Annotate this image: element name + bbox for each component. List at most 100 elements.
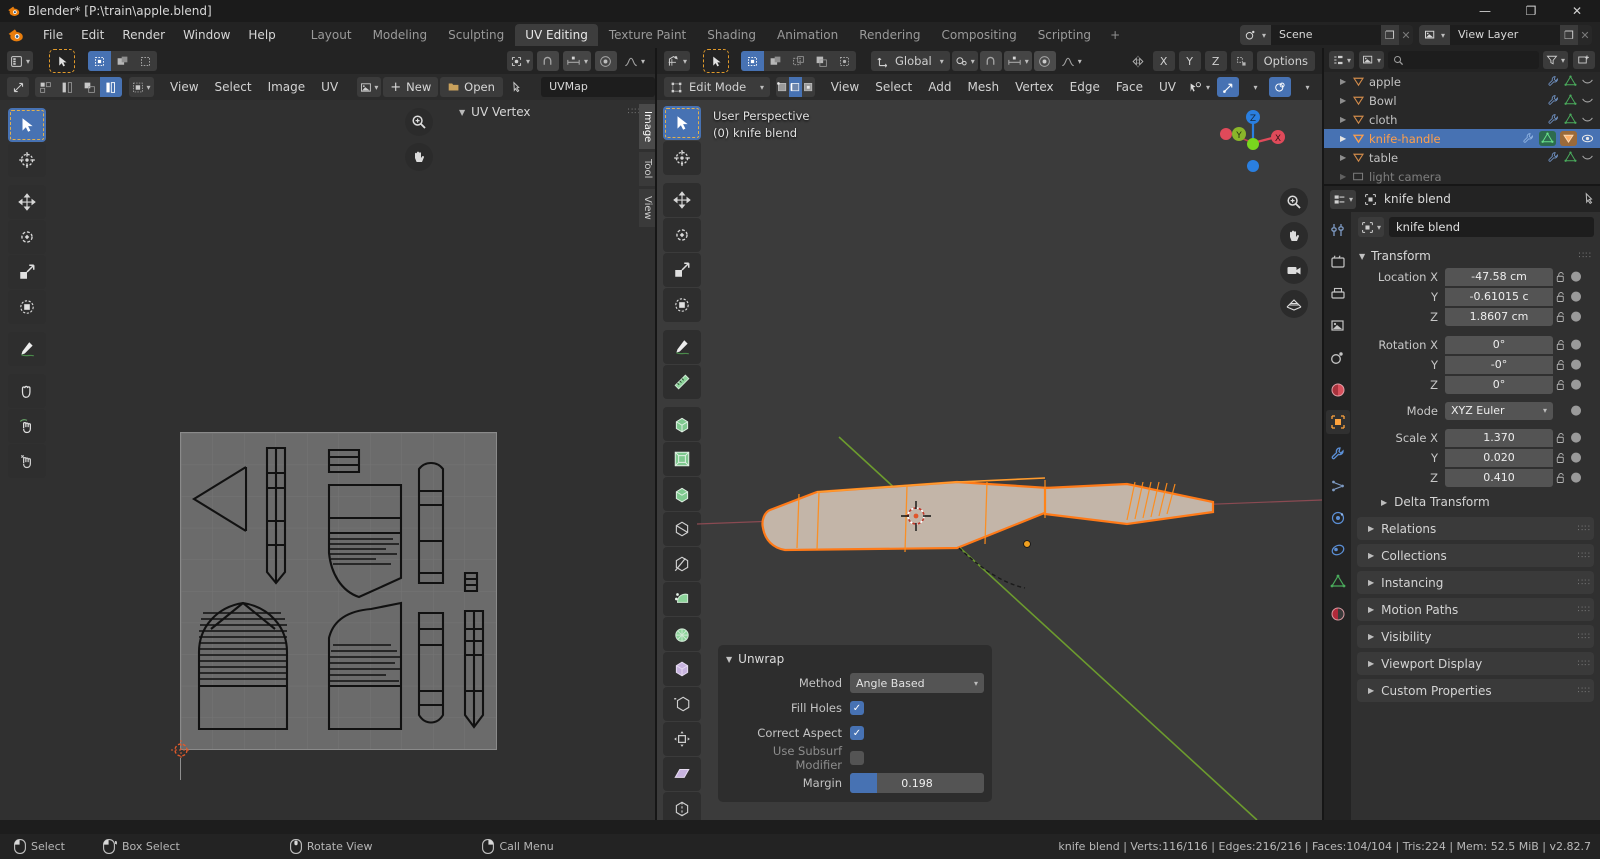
- menu-file[interactable]: File: [34, 25, 72, 45]
- outliner-row-apple[interactable]: ▶ apple: [1324, 72, 1600, 91]
- unwrap-fill-holes-checkbox[interactable]: ✓: [850, 701, 864, 715]
- scene-selector[interactable]: ▾ Scene ❐ ✕: [1239, 25, 1413, 45]
- unwrap-method-dropdown[interactable]: Angle Based ▾: [850, 673, 984, 693]
- scale-tool-icon[interactable]: [8, 255, 46, 289]
- workspace-tab-modeling[interactable]: Modeling: [363, 24, 438, 46]
- chevron-right-icon[interactable]: ▶: [1381, 498, 1387, 507]
- outliner-row-cloth[interactable]: ▶ cloth: [1324, 110, 1600, 129]
- scale-z-animate-dot[interactable]: ●: [1569, 470, 1583, 485]
- viewport-select-mode-group[interactable]: [741, 51, 857, 71]
- location-y-value[interactable]: -0.61015 c: [1445, 287, 1553, 306]
- menu-help[interactable]: Help: [239, 25, 284, 45]
- divider-uv-viewport[interactable]: [655, 48, 657, 820]
- uv-select-mode-group[interactable]: [88, 51, 158, 71]
- scale-y-value[interactable]: 0.020: [1445, 448, 1553, 467]
- viewport-menu-mesh[interactable]: Mesh: [959, 77, 1007, 97]
- workspace-tab-scripting[interactable]: Scripting: [1028, 24, 1101, 46]
- new-scene-button[interactable]: ❐: [1380, 25, 1399, 45]
- view-layer-name[interactable]: View Layer: [1450, 25, 1560, 45]
- workspace-tab-shading[interactable]: Shading: [697, 24, 766, 46]
- select-set-button[interactable]: [741, 51, 765, 71]
- constraints-tab-icon[interactable]: [1326, 538, 1350, 562]
- section-grip-icon[interactable]: ∷∷: [1578, 632, 1594, 642]
- pinch-tool-icon[interactable]: [8, 444, 46, 478]
- chevron-right-icon[interactable]: ▶: [1368, 632, 1374, 641]
- particles-tab-icon[interactable]: [1326, 474, 1350, 498]
- section-grip-icon[interactable]: ∷∷: [1578, 686, 1594, 696]
- collections-section[interactable]: ▶ Collections ∷∷: [1357, 544, 1594, 567]
- viewport-tweak-tool-button[interactable]: [703, 49, 730, 73]
- uv-select-extend-button[interactable]: [111, 51, 134, 71]
- scale-x-value[interactable]: 1.370: [1445, 428, 1553, 447]
- unwrap-correct-aspect-checkbox[interactable]: ✓: [850, 726, 864, 740]
- expand-arrow-icon[interactable]: ▶: [1340, 77, 1352, 86]
- uv-browse-image-button[interactable]: ▾: [356, 77, 382, 97]
- object-active-badge[interactable]: [1560, 131, 1577, 146]
- instancing-section[interactable]: ▶ Instancing ∷∷: [1357, 571, 1594, 594]
- outliner-search-input[interactable]: [1388, 51, 1539, 69]
- panel-collapse-icon[interactable]: ▼: [459, 108, 465, 117]
- uv-sticky-mode-button[interactable]: ▾: [128, 77, 154, 97]
- expand-arrow-icon[interactable]: ▶: [1340, 96, 1352, 105]
- menu-render[interactable]: Render: [113, 25, 174, 45]
- viewport-menu-edge[interactable]: Edge: [1062, 77, 1108, 97]
- outliner-editor-type-button[interactable]: ▾: [1329, 51, 1355, 69]
- outliner-new-collection-button[interactable]: [1573, 51, 1595, 69]
- pivot-point-dropdown[interactable]: ▾: [951, 51, 978, 71]
- mirror-icon[interactable]: [1127, 51, 1149, 71]
- maximize-button[interactable]: ❐: [1508, 0, 1554, 22]
- section-grip-icon[interactable]: ∷∷: [1578, 524, 1594, 534]
- mesh-vertex-select-button[interactable]: [776, 77, 789, 97]
- uv-editor-type-button[interactable]: ▾: [7, 51, 34, 71]
- location-y-lock-icon[interactable]: [1553, 291, 1569, 303]
- new-view-layer-button[interactable]: ❐: [1560, 25, 1578, 45]
- uv-select-mode-vertex-group[interactable]: [35, 77, 122, 97]
- physics-tab-icon[interactable]: [1326, 506, 1350, 530]
- viewport-menu-uv[interactable]: UV: [1151, 77, 1184, 97]
- visibility-section[interactable]: ▶ Visibility ∷∷: [1357, 625, 1594, 648]
- uv-tweak-tool-button[interactable]: [49, 49, 76, 73]
- chevron-right-icon[interactable]: ▶: [1368, 578, 1374, 587]
- expand-arrow-icon[interactable]: ▶: [1340, 172, 1352, 181]
- rotation-z-value[interactable]: 0°: [1445, 375, 1553, 394]
- world-tab-icon[interactable]: [1326, 378, 1350, 402]
- gizmo-toggle-button[interactable]: [1217, 77, 1239, 97]
- mirror-uv-button[interactable]: [1230, 51, 1253, 71]
- uv-pin-image-button[interactable]: [505, 77, 527, 97]
- uv-menu-image[interactable]: Image: [260, 77, 314, 97]
- select-invert-button[interactable]: [810, 51, 833, 71]
- gizmo-options-dropdown[interactable]: ▾: [1243, 77, 1265, 97]
- scene-tab-icon[interactable]: [1326, 346, 1350, 370]
- chevron-right-icon[interactable]: ▶: [1368, 659, 1374, 668]
- uv-island-select-button[interactable]: [99, 77, 122, 97]
- mirror-z-button[interactable]: Z: [1204, 51, 1227, 71]
- workspace-tab-texture-paint[interactable]: Texture Paint: [599, 24, 696, 46]
- transform-section-header[interactable]: ▼ Transform ∷∷: [1357, 245, 1594, 267]
- chevron-right-icon[interactable]: ▶: [1368, 605, 1374, 614]
- uv-pivot-point-button[interactable]: ▾: [506, 51, 533, 71]
- tweak-tool-icon[interactable]: [8, 108, 46, 142]
- modifier-tab-icon[interactable]: [1326, 442, 1350, 466]
- uv-vertex-select-button[interactable]: [35, 77, 57, 97]
- uv-falloff-button[interactable]: ▾: [621, 51, 648, 71]
- outliner-row-table[interactable]: ▶ table: [1324, 148, 1600, 167]
- remove-scene-button[interactable]: ✕: [1399, 25, 1413, 45]
- mesh-data-active-badge[interactable]: [1539, 131, 1556, 146]
- rotation-z-lock-icon[interactable]: [1553, 379, 1569, 391]
- uv-canvas[interactable]: ▼ UV Vertex ∷∷ Image Tool View: [0, 100, 655, 820]
- section-grip-icon[interactable]: ∷∷: [1578, 659, 1594, 669]
- view-layer-tab-icon[interactable]: [1326, 314, 1350, 338]
- menu-window[interactable]: Window: [174, 25, 239, 45]
- section-grip-icon[interactable]: ∷∷: [1579, 251, 1592, 261]
- select-subtract-button[interactable]: [787, 51, 810, 71]
- scale-y-lock-icon[interactable]: [1553, 452, 1569, 464]
- workspace-tab-uv-editing[interactable]: UV Editing: [515, 24, 598, 46]
- location-x-animate-dot[interactable]: ●: [1569, 269, 1583, 284]
- object-name-field[interactable]: knife blend: [1389, 217, 1594, 237]
- render-tab-icon[interactable]: [1326, 250, 1350, 274]
- uvmap-name-field[interactable]: UVMap: [541, 77, 656, 97]
- outliner-display-mode-button[interactable]: ▾: [1359, 51, 1385, 69]
- uv-menu-view[interactable]: View: [162, 77, 206, 97]
- unwrap-subsurf-checkbox[interactable]: [850, 751, 864, 765]
- material-tab-icon[interactable]: [1326, 602, 1350, 626]
